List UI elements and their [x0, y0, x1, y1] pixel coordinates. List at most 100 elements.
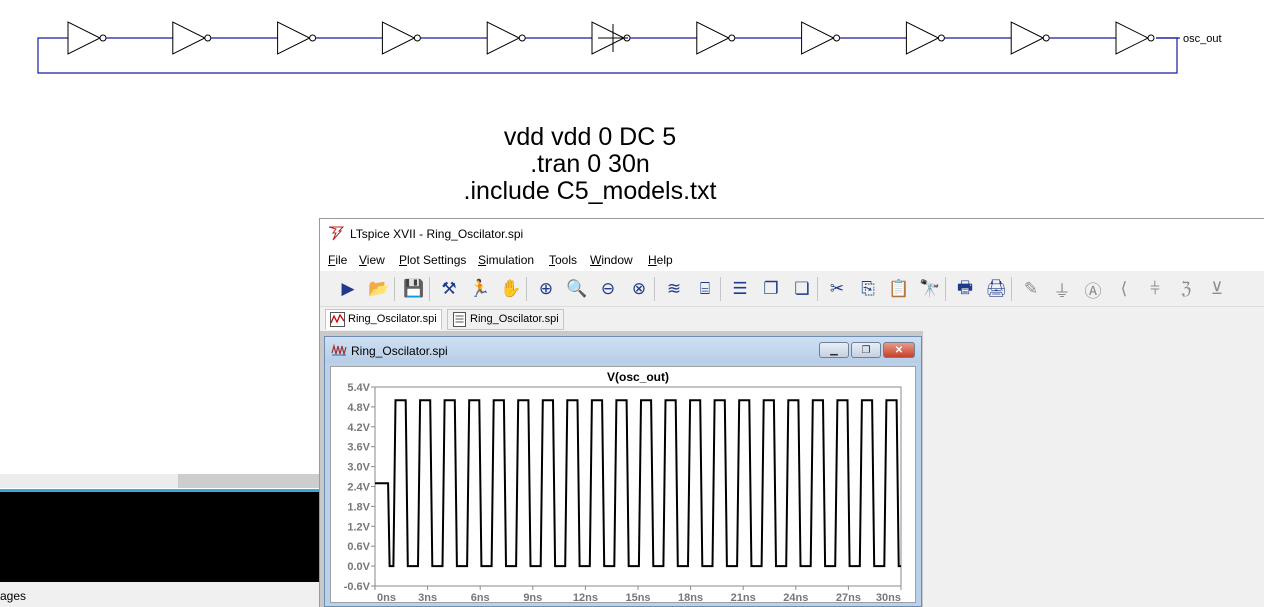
- waveform-plot[interactable]: V(osc_out) 5.4V 4.8V 4.2V 3.6V 3.0V 2.4V 1.8V 1.…: [330, 366, 917, 604]
- zoom-fit-button[interactable]: 🔍: [563, 275, 591, 303]
- inverter-symbol[interactable]: [172, 21, 212, 55]
- label-net-icon: Ⓐ: [1084, 281, 1102, 301]
- plot-svg[interactable]: V(osc_out) 5.4V 4.8V 4.2V 3.6V 3.0V 2.4V 1.8V 1.…: [331, 367, 917, 604]
- inverter-symbol[interactable]: [277, 21, 317, 55]
- toolbar-separator: [817, 277, 818, 301]
- run-man-icon: 🏃: [469, 279, 491, 298]
- x-tick-label: 24ns: [783, 592, 808, 604]
- y-tick-label: 2.4V: [347, 482, 370, 494]
- inverter-symbol[interactable]: [696, 21, 736, 55]
- inverter-symbol[interactable]: [1115, 21, 1155, 55]
- plot-title[interactable]: V(osc_out): [607, 370, 669, 384]
- inductor-button[interactable]: ℨ: [1172, 275, 1200, 303]
- y-tick-label: 0.0V: [347, 561, 370, 573]
- x-tick-label: 21ns: [731, 592, 756, 604]
- toolbar-separator: [720, 277, 721, 301]
- net-label-osc-out[interactable]: osc_out: [1183, 33, 1222, 45]
- plot-frame: [374, 386, 902, 587]
- tile-horizontal-button[interactable]: ☰: [726, 275, 754, 303]
- capacitor-button[interactable]: ⫩: [1141, 275, 1169, 303]
- menu-view[interactable]: View: [359, 253, 385, 267]
- resistor-button[interactable]: ⟨: [1110, 275, 1138, 303]
- zoom-out-button[interactable]: ⊖: [594, 275, 622, 303]
- cut-button[interactable]: ✂: [823, 275, 851, 303]
- toolbar-separator: [526, 277, 527, 301]
- find-button[interactable]: 🔭: [916, 275, 944, 303]
- run-button[interactable]: ▶: [334, 275, 362, 303]
- label-net-button[interactable]: Ⓐ: [1079, 275, 1107, 303]
- horizontal-scrollbar[interactable]: [0, 474, 330, 488]
- close-button[interactable]: ✕: [883, 342, 915, 358]
- desktop: osc_out vdd vdd 0 DC 5 .tran 0 30n .incl…: [0, 0, 1264, 607]
- toolbar: ▶ 📂 💾 ⚒ 🏃 ✋ ⊕ 🔍 ⊖ ⊗ ≋ ⌸ ☰ ❐ ❏ ✂ ⎘ 📋 🔭 🖶 🖨 ✎ ⏚ Ⓐ ⟨ ⫩ ℨ ⊻: [320, 271, 1264, 307]
- zoom-cancel-button[interactable]: ⊗: [625, 275, 653, 303]
- cascade-icon: ❐: [763, 279, 779, 298]
- wire-button[interactable]: ✎: [1017, 275, 1045, 303]
- tile-horizontal-icon: ☰: [732, 279, 748, 298]
- y-tick-label: 3.6V: [347, 442, 370, 454]
- waveform-window-icon: [331, 343, 347, 357]
- inverter-symbol[interactable]: [1010, 21, 1050, 55]
- y-tick-label: 5.4V: [347, 382, 370, 394]
- restore-icon: ❐: [861, 344, 871, 356]
- menu-bar: File View Plot Settings Simulation Tools…: [320, 249, 1264, 271]
- print-setup-icon: 🖨: [985, 279, 1007, 298]
- inverter-symbol[interactable]: [67, 21, 107, 55]
- menu-simulation[interactable]: Simulation: [478, 253, 534, 267]
- tab-label: Ring_Oscilator.spi: [470, 313, 559, 325]
- menu-plot-settings[interactable]: Plot Settings: [399, 253, 466, 267]
- child-window-titlebar[interactable]: Ring_Oscilator.spi ▁ ❐ ✕: [325, 337, 921, 363]
- menu-help[interactable]: Help: [648, 253, 673, 267]
- ground-button[interactable]: ⏚: [1048, 275, 1076, 303]
- inductor-icon: ℨ: [1180, 279, 1192, 298]
- ltspice-window[interactable]: LTspice XVII - Ring_Oscilator.spi File V…: [319, 218, 1264, 607]
- inverter-symbol[interactable]: [905, 21, 945, 55]
- control-panel-button[interactable]: ⚒: [435, 275, 463, 303]
- pan-hand-icon: ✋: [500, 279, 522, 298]
- tile-vertical-button[interactable]: ❏: [788, 275, 816, 303]
- tile-vertical-icon: ❏: [794, 279, 810, 298]
- print-button[interactable]: 🖶: [951, 275, 979, 303]
- x-tick-label: 12ns: [573, 592, 598, 604]
- menu-window[interactable]: Window: [590, 253, 633, 267]
- paste-button[interactable]: 📋: [885, 275, 913, 303]
- tab-label: Ring_Oscilator.spi: [348, 313, 437, 325]
- restore-button[interactable]: ❐: [851, 342, 881, 358]
- wire-icon: ✎: [1023, 279, 1039, 298]
- run-man-button[interactable]: 🏃: [466, 275, 494, 303]
- inverter-symbol[interactable]: [381, 21, 421, 55]
- directive-line-1[interactable]: vdd vdd 0 DC 5: [440, 124, 740, 151]
- scrollbar-thumb[interactable]: [178, 474, 330, 488]
- diode-button[interactable]: ⊻: [1203, 275, 1231, 303]
- menu-file[interactable]: File: [328, 253, 347, 267]
- toolbar-separator: [394, 277, 395, 301]
- tab-waveform[interactable]: Ring_Oscilator.spi: [325, 309, 442, 330]
- control-panel-icon: ⚒: [441, 279, 457, 298]
- autorange-button[interactable]: ≋: [660, 275, 688, 303]
- spice-directives[interactable]: vdd vdd 0 DC 5 .tran 0 30n .include C5_m…: [440, 124, 740, 205]
- diode-icon: ⊻: [1210, 279, 1224, 298]
- print-setup-button[interactable]: 🖨: [982, 275, 1010, 303]
- menu-tools[interactable]: Tools: [549, 253, 577, 267]
- cascade-button[interactable]: ❐: [757, 275, 785, 303]
- waveform-child-window[interactable]: Ring_Oscilator.spi ▁ ❐ ✕ V(osc_out) 5.4V 4…: [324, 336, 922, 607]
- minimize-button[interactable]: ▁: [819, 342, 849, 358]
- pick-visible-traces-button[interactable]: ⌸: [691, 275, 719, 303]
- directive-line-2[interactable]: .tran 0 30n: [440, 151, 740, 178]
- pan-hand-button[interactable]: ✋: [497, 275, 525, 303]
- window-titlebar[interactable]: LTspice XVII - Ring_Oscilator.spi: [320, 219, 1264, 249]
- save-button[interactable]: 💾: [400, 275, 428, 303]
- x-tick-label: 15ns: [625, 592, 650, 604]
- toolbar-separator: [1011, 277, 1012, 301]
- trace-v-osc-out[interactable]: [375, 399, 901, 568]
- directive-line-3[interactable]: .include C5_models.txt: [440, 178, 740, 205]
- inverter-symbol[interactable]: [801, 21, 841, 55]
- netlist-tab-icon: [453, 312, 466, 327]
- zoom-in-button[interactable]: ⊕: [532, 275, 560, 303]
- open-button[interactable]: 📂: [365, 275, 393, 303]
- tab-netlist[interactable]: Ring_Oscilator.spi: [447, 309, 564, 330]
- copy-button[interactable]: ⎘: [854, 275, 882, 303]
- terminal-panel: [0, 492, 322, 582]
- x-tick-label: 18ns: [678, 592, 703, 604]
- inverter-symbol[interactable]: [486, 21, 526, 55]
